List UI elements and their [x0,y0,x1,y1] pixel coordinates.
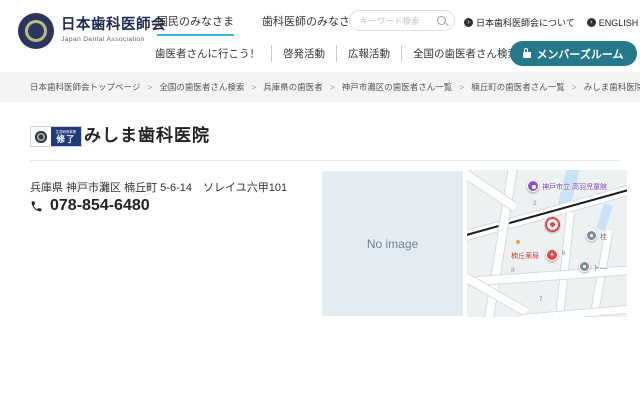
search-input[interactable] [358,14,433,27]
breadcrumb-search[interactable]: 全国の歯医者さん検索 [159,81,244,93]
nav-dentists[interactable]: 歯科医師のみなさま [262,13,361,36]
clinic-address: 兵庫県 神戸市灘区 楠丘町 5-6-14 ソレイユ六甲101 [30,182,288,194]
clinic-phone: 078-854-6480 [30,197,150,215]
map-road [521,304,627,317]
map-block-number: 8 [511,267,515,274]
title-divider [30,160,620,161]
map-block-number: 6 [562,250,566,257]
school-poi-icon [527,180,539,192]
site-header: 日本歯科医師会 Japan Dental Association 国民のみなさま… [0,0,640,72]
breadcrumb-current: みしま歯科医院 [583,82,640,92]
page: 日本歯科医師会 Japan Dental Association 国民のみなさま… [0,0,640,400]
breadcrumb-separator: > [251,82,257,92]
breadcrumb-separator: > [329,82,335,92]
site-logo[interactable]: 日本歯科医師会 Japan Dental Association [18,13,166,49]
clinic-location-marker [545,217,560,232]
circle-arrow-icon [464,18,473,27]
english-link[interactable]: ENGLISH [586,17,639,28]
traffic-signal-dot [516,240,520,244]
search-icon[interactable] [437,16,446,25]
gray-poi-label: ト― [593,265,607,272]
members-room-label: メンバーズルーム [536,48,624,61]
badge-line2: 修了 [56,133,76,144]
training-completed-badge: 生涯研修事業 修了 [30,126,82,147]
map-block-number: 7 [539,296,543,303]
jda-emblem-icon [18,13,54,49]
nav-citizens[interactable]: 国民のみなさま [157,13,234,36]
map-thumbnail[interactable]: 2 6 8 7 神戸市立 高羽児童館 楠丘薬局 桂 ト― [467,170,627,317]
about-link-label: 日本歯科医師会について [476,18,575,28]
secondary-nav: 歯医者さんに行こう！ 啓発活動 広報活動 全国の歯医者さん検索 [155,45,529,62]
phone-icon [31,200,42,211]
primary-nav: 国民のみなさま 歯科医師のみなさま [157,13,361,36]
breadcrumb-town[interactable]: 楠丘町の歯医者さん一覧 [471,81,565,93]
pharmacy-poi-icon [546,249,558,261]
about-link[interactable]: 日本歯科医師会について [464,16,575,29]
breadcrumb-prefecture[interactable]: 兵庫県の歯医者 [263,81,323,93]
breadcrumb-separator: > [147,82,153,92]
clinic-photo-placeholder: No image [322,171,463,316]
utility-links: 日本歯科医師会について ENGLISH [464,16,638,29]
badge-text: 生涯研修事業 修了 [51,127,81,146]
logo-title: 日本歯科医師会 [61,17,166,34]
pharmacy-poi-label: 楠丘薬局 [511,253,539,260]
page-title: みしま歯科医院 [84,126,210,145]
jda-emblem-icon [35,130,47,143]
members-room-button[interactable]: メンバーズルーム [510,41,637,66]
phone-number: 078-854-6480 [50,197,150,214]
map-water [596,203,613,231]
gray-poi-icon [586,230,597,241]
nav-publicity[interactable]: 広報活動 [336,45,401,62]
circle-arrow-icon [586,18,596,27]
breadcrumb-separator: > [571,82,577,92]
logo-subtitle: Japan Dental Association [61,36,145,44]
nav-awareness[interactable]: 啓発活動 [271,45,336,62]
nav-go-to-dentist[interactable]: 歯医者さんに行こう！ [155,45,271,62]
breadcrumb-separator: > [459,82,465,92]
breadcrumb-home[interactable]: 日本歯科医師会トップページ [30,81,140,93]
keyword-search [349,10,455,31]
badge-emblem [31,127,51,146]
breadcrumb-ward[interactable]: 神戸市灘区の歯医者さん一覧 [342,81,453,93]
school-poi-label: 神戸市立 高羽児童館 [542,184,607,191]
gray-poi-icon [579,261,590,272]
lock-icon [523,48,532,58]
badge-line1: 生涯研修事業 [55,129,77,134]
english-link-label: ENGLISH [598,17,639,28]
breadcrumb: 日本歯科医師会トップページ > 全国の歯医者さん検索 > 兵庫県の歯医者 > 神… [0,72,640,102]
logo-text: 日本歯科医師会 Japan Dental Association [61,17,166,44]
no-image-label: No image [366,236,419,251]
map-block-number: 2 [533,200,537,207]
gray-poi-label: 桂 [600,234,607,241]
